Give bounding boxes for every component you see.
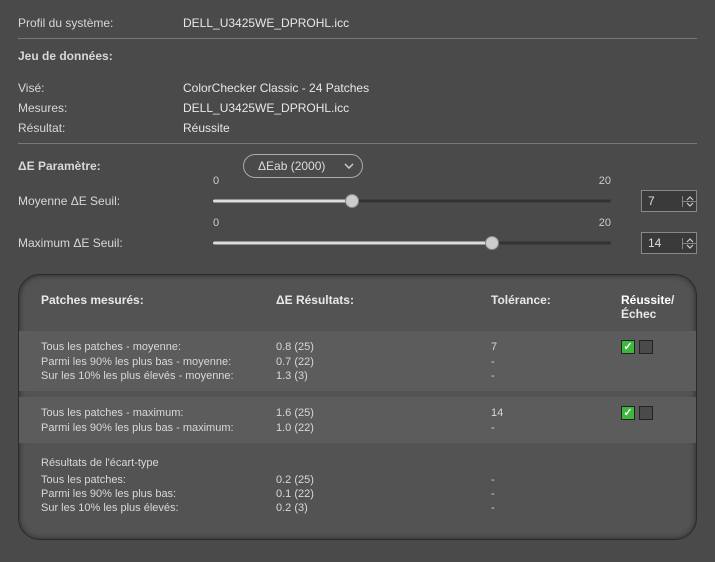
table-row: Tous les patches - maximum: 1.6 (25) 14: [41, 405, 674, 421]
avg-threshold-label: Moyenne ΔE Seuil:: [18, 194, 213, 208]
mesures-row: Mesures: DELL_U3425WE_DPROHL.icc: [18, 101, 697, 115]
max-threshold-numbox[interactable]: 14: [641, 232, 697, 254]
stddev-title: Résultats de l'écart-type: [41, 457, 674, 469]
pass-checkbox: [621, 340, 635, 354]
avg-spin-down[interactable]: [683, 202, 696, 207]
avg-threshold-numbox[interactable]: 7: [641, 190, 697, 212]
table-row: Sur les 10% les plus élevés - moyenne: 1…: [41, 369, 674, 383]
vise-label: Visé:: [18, 81, 183, 95]
avg-slider-max: 20: [599, 175, 611, 187]
fail-checkbox: [639, 340, 653, 354]
max-slider-thumb[interactable]: [485, 236, 499, 250]
results-group-average: Tous les patches - moyenne: 0.8 (25) 7 P…: [19, 331, 696, 391]
max-threshold-slider[interactable]: [213, 233, 611, 253]
max-spin-down[interactable]: [683, 244, 696, 249]
resultat-value: Réussite: [183, 121, 230, 135]
max-slider-max: 20: [599, 217, 611, 229]
table-row: Tous les patches: 0.2 (25) -: [41, 473, 674, 487]
avg-slider-thumb[interactable]: [345, 194, 359, 208]
avg-threshold-row: Moyenne ΔE Seuil: 0 20 7: [18, 190, 697, 212]
max-threshold-label: Maximum ΔE Seuil:: [18, 236, 213, 250]
max-threshold-value: 14: [642, 236, 682, 250]
vise-row: Visé: ColorChecker Classic - 24 Patches: [18, 81, 697, 95]
avg-threshold-value: 7: [642, 194, 682, 208]
results-group-maximum: Tous les patches - maximum: 1.6 (25) 14 …: [19, 397, 696, 443]
system-profile-row: Profil du système: DELL_U3425WE_DPROHL.i…: [18, 16, 697, 30]
de-parameter-dropdown[interactable]: ΔEab (2000): [243, 154, 363, 178]
de-parameter-selected: ΔEab (2000): [258, 159, 325, 173]
header-tolerance: Tolérance:: [491, 293, 621, 321]
max-slider-min: 0: [213, 217, 219, 229]
header-patches: Patches mesurés:: [41, 293, 276, 321]
mesures-label: Mesures:: [18, 101, 183, 115]
de-parameter-row: ΔE Paramètre: ΔEab (2000): [18, 154, 697, 178]
results-header: Patches mesurés: ΔE Résultats: Tolérance…: [41, 293, 674, 321]
header-de: ΔE Résultats:: [276, 293, 491, 321]
table-row: Parmi les 90% les plus bas - maximum: 1.…: [41, 421, 674, 435]
table-row: Tous les patches - moyenne: 0.8 (25) 7: [41, 339, 674, 355]
fail-checkbox: [639, 406, 653, 420]
mesures-value: DELL_U3425WE_DPROHL.icc: [183, 101, 349, 115]
de-parameter-label: ΔE Paramètre:: [18, 159, 243, 173]
table-row: Parmi les 90% les plus bas - moyenne: 0.…: [41, 355, 674, 369]
dataset-heading: Jeu de données:: [18, 49, 183, 63]
vise-value: ColorChecker Classic - 24 Patches: [183, 81, 369, 95]
separator: [18, 143, 697, 144]
avg-threshold-slider[interactable]: [213, 191, 611, 211]
results-panel: Patches mesurés: ΔE Résultats: Tolérance…: [18, 274, 697, 540]
resultat-row: Résultat: Réussite: [18, 121, 697, 135]
table-row: Parmi les 90% les plus bas: 0.1 (22) -: [41, 487, 674, 501]
header-passfail: Réussite/Échec: [621, 293, 674, 321]
separator: [18, 38, 697, 39]
max-threshold-row: Maximum ΔE Seuil: 0 20 14: [18, 232, 697, 254]
avg-slider-min: 0: [213, 175, 219, 187]
resultat-label: Résultat:: [18, 121, 183, 135]
results-group-stddev: Résultats de l'écart-type Tous les patch…: [41, 449, 674, 523]
dataset-heading-row: Jeu de données:: [18, 49, 697, 63]
chevron-down-icon: [344, 163, 354, 169]
system-profile-value: DELL_U3425WE_DPROHL.icc: [183, 16, 349, 30]
system-profile-label: Profil du système:: [18, 16, 183, 30]
pass-checkbox: [621, 406, 635, 420]
table-row: Sur les 10% les plus élevés: 0.2 (3) -: [41, 501, 674, 515]
